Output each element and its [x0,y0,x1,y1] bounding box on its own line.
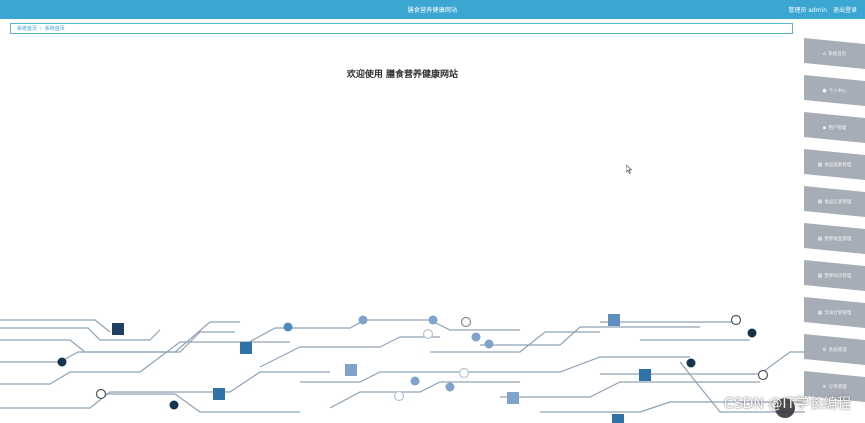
mouse-pointer-icon [626,165,632,174]
sidebar-item-label: 系统管理 [828,347,847,353]
sidebar-item-food-category[interactable]: ▦ 食品类别管理 [804,149,865,180]
users-icon: ▪ [822,124,827,131]
breadcrumb-separator: / [40,26,42,32]
sidebar-item-label: 营养类型管理 [824,236,852,242]
site-title: 膳食营养健康网站 [407,7,458,14]
top-bar: 膳食营养健康网站 管理员 admin 退出登录 [0,0,865,19]
sidebar-item-label: 营养知识管理 [824,273,852,279]
sidebar-item-label: 系统首页 [828,51,847,57]
sidebar-item-food-info[interactable]: ▦ 食品信息管理 [804,186,865,217]
circuit-board-decoration [0,314,805,423]
sidebar-item-label: 订单管理 [828,384,847,390]
sidebar-item-label: 个人中心 [828,88,847,94]
csdn-watermark: CSDN @IT学长编程 [723,396,851,412]
sidebar-item-nutrition-knowledge[interactable]: ▦ 营养知识管理 [804,260,865,291]
sidebar-item-users[interactable]: ▪ 用户管理 [804,112,865,143]
grid-icon: ▦ [817,309,823,316]
sidebar-item-system[interactable]: ⚙ 系统管理 [804,334,865,365]
grid-icon: ▦ [817,272,823,279]
sidebar-item-home[interactable]: ⌂ 系统首页 [804,38,865,69]
sidebar-item-label: 食品信息管理 [824,199,852,205]
sidebar-item-profile[interactable]: ● 个人中心 [804,75,865,106]
sidebar-item-label: 饮食计划管理 [824,310,852,316]
list-icon: ≡ [822,383,827,390]
user-role-label[interactable]: 管理员 admin [788,7,827,14]
user-icon: ● [822,87,827,94]
sidebar-item-diet-plan[interactable]: ▦ 饮食计划管理 [804,297,865,328]
breadcrumb-current: 系统首页 [44,26,65,32]
grid-icon: ▦ [817,235,823,242]
sidebar-item-label: 用户管理 [828,125,847,131]
user-area: 管理员 admin 退出登录 [784,5,857,14]
grid-icon: ▦ [817,198,823,205]
grid-icon: ▦ [817,161,823,168]
welcome-heading: 欢迎使用 膳食营养健康网站 [346,70,459,80]
sidebar-item-nutrition-type[interactable]: ▦ 营养类型管理 [804,223,865,254]
home-icon: ⌂ [822,50,827,57]
logout-link[interactable]: 退出登录 [833,7,857,14]
breadcrumb: 系统首页 / 系统首页 [10,23,793,34]
gear-icon: ⚙ [822,346,827,353]
breadcrumb-home[interactable]: 系统首页 [17,26,37,32]
sidebar-menu: ⌂ 系统首页 ● 个人中心 ▪ 用户管理 ▦ 食品类别管理 ▦ 食品信息管理 ▦ 营养类型管… [804,20,865,423]
sidebar-item-label: 食品类别管理 [824,162,852,168]
